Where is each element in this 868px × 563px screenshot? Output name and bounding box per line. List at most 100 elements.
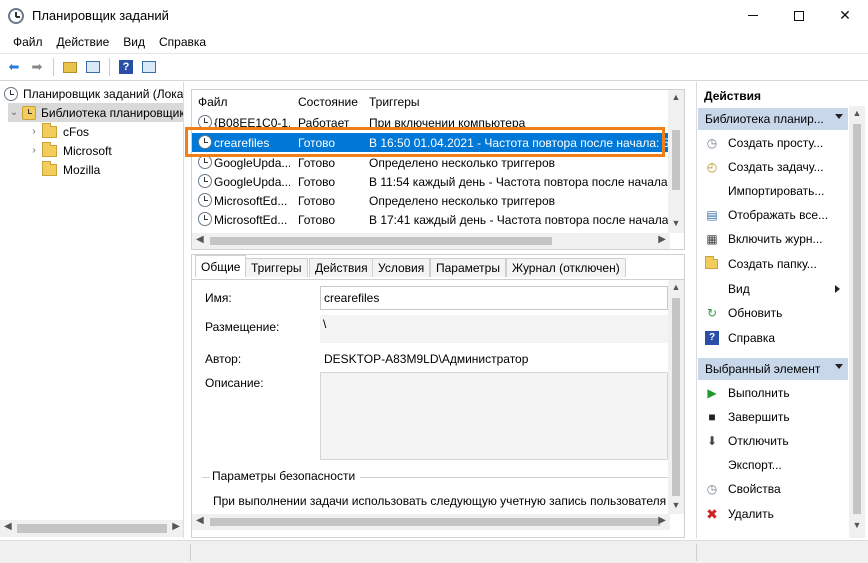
scroll-down-icon[interactable]: ▼ xyxy=(668,500,684,510)
scroll-thumb[interactable] xyxy=(853,124,861,514)
actions-section-library[interactable]: Библиотека планир... xyxy=(698,108,848,130)
menu-help[interactable]: Справка xyxy=(152,35,213,49)
scroll-left-icon[interactable]: ◀ xyxy=(4,521,12,532)
task-row[interactable]: GoogleUpda... Готово В 11:54 каждый день… xyxy=(192,172,670,191)
task-row[interactable]: MicrosoftEd... Готово Определено несколь… xyxy=(192,191,670,210)
close-button[interactable]: ✕ xyxy=(822,0,868,31)
details-horizontal-scrollbar[interactable]: ◀ ▶ xyxy=(192,514,670,530)
action-pane-icon xyxy=(142,61,156,73)
task-row[interactable]: {B08EE1C0-1... Работает При включении ко… xyxy=(192,113,670,132)
tab-conditions[interactable]: Условия xyxy=(372,258,431,277)
action-properties[interactable]: ◷ Свойства xyxy=(697,478,847,500)
tab-history[interactable]: Журнал (отключен) xyxy=(506,258,626,277)
help-button[interactable]: ? xyxy=(116,57,136,77)
action-run[interactable]: ▶ Выполнить xyxy=(697,382,847,404)
chevron-right-icon: › xyxy=(32,126,36,137)
action-view[interactable]: Вид xyxy=(697,278,847,300)
tab-general[interactable]: Общие xyxy=(195,255,247,277)
actions-vertical-scrollbar[interactable]: ▲ ▼ xyxy=(849,106,865,538)
action-export[interactable]: Экспорт... xyxy=(697,454,847,476)
task-row[interactable]: GoogleUpda... Готово Определено нескольк… xyxy=(192,153,670,172)
action-label: Справка xyxy=(728,331,776,345)
forward-button[interactable]: ➡ xyxy=(27,57,47,77)
tree-item-mozilla[interactable]: Mozilla xyxy=(42,160,100,179)
scroll-down-icon[interactable]: ▼ xyxy=(849,520,865,530)
scroll-thumb[interactable] xyxy=(672,298,680,496)
minimize-button[interactable] xyxy=(730,0,776,31)
scroll-left-icon[interactable]: ◀ xyxy=(196,234,204,245)
create-task-icon: ◴ xyxy=(706,160,718,174)
tab-settings[interactable]: Параметры xyxy=(430,258,506,277)
tree-item-cfos[interactable]: › cFos xyxy=(28,122,89,141)
security-group-title: Параметры безопасности xyxy=(212,469,356,483)
task-list-horizontal-scrollbar[interactable]: ◀ ▶ xyxy=(192,233,670,249)
task-clock-icon xyxy=(198,155,212,169)
action-label: Создать просту... xyxy=(728,136,824,150)
name-field[interactable]: crearefiles xyxy=(320,286,668,310)
show-hide-tree-button[interactable] xyxy=(83,57,103,77)
back-arrow-icon: ⬅ xyxy=(8,59,20,74)
tree-root-task-scheduler[interactable]: Планировщик заданий (Лока xyxy=(4,84,183,103)
column-header-status[interactable]: Состояние xyxy=(298,95,358,109)
task-status: Готово xyxy=(298,136,336,150)
column-header-triggers[interactable]: Триггеры xyxy=(369,95,420,109)
scroll-right-icon[interactable]: ▶ xyxy=(658,234,666,245)
tree-horizontal-scrollbar[interactable]: ◀ ▶ xyxy=(0,520,183,537)
submenu-arrow-icon xyxy=(835,285,840,293)
action-enable-log[interactable]: ▦ Включить журн... xyxy=(697,228,847,250)
collapse-arrow-icon[interactable] xyxy=(835,114,843,119)
task-trigger: В 11:54 каждый день - Частота повтора по… xyxy=(369,175,669,189)
action-label: Импортировать... xyxy=(728,184,825,198)
scroll-thumb[interactable] xyxy=(210,237,552,245)
delete-icon: ✖ xyxy=(706,506,718,522)
scroll-right-icon[interactable]: ▶ xyxy=(172,521,180,532)
action-create-task[interactable]: ◴ Создать задачу... xyxy=(697,156,847,178)
tab-actions[interactable]: Действия xyxy=(309,258,374,277)
group-border xyxy=(202,477,210,478)
action-create-basic-task[interactable]: ◷ Создать просту... xyxy=(697,132,847,154)
action-end[interactable]: ■ Завершить xyxy=(697,406,847,428)
tree-item-microsoft[interactable]: › Microsoft xyxy=(28,141,112,160)
menu-action[interactable]: Действие xyxy=(50,35,117,49)
task-clock-icon xyxy=(198,115,212,129)
menu-file[interactable]: Файл xyxy=(6,35,50,49)
action-display-all[interactable]: ▤ Отображать все... xyxy=(697,204,847,226)
description-field[interactable] xyxy=(320,372,668,460)
scroll-thumb[interactable] xyxy=(672,130,680,190)
scroll-thumb[interactable] xyxy=(210,518,660,526)
task-name: MicrosoftEd... xyxy=(214,194,288,208)
tab-triggers[interactable]: Триггеры xyxy=(245,258,308,277)
action-new-folder[interactable]: Создать папку... xyxy=(697,253,847,275)
up-level-button[interactable] xyxy=(60,57,80,77)
scroll-thumb[interactable] xyxy=(17,524,167,533)
action-label: Отключить xyxy=(728,434,789,448)
maximize-button[interactable] xyxy=(776,0,822,31)
scroll-up-icon[interactable]: ▲ xyxy=(849,108,865,118)
scroll-up-icon[interactable]: ▲ xyxy=(668,92,684,102)
task-row-selected[interactable]: crearefiles Готово В 16:50 01.04.2021 - … xyxy=(192,133,670,152)
back-button[interactable]: ⬅ xyxy=(4,57,24,77)
menu-view[interactable]: Вид xyxy=(116,35,152,49)
scroll-left-icon[interactable]: ◀ xyxy=(196,515,204,526)
description-label: Описание: xyxy=(205,376,264,390)
scroll-down-icon[interactable]: ▼ xyxy=(668,218,684,228)
task-clock-icon xyxy=(198,135,212,149)
task-row[interactable]: MicrosoftEd... Готово В 17:41 каждый ден… xyxy=(192,210,670,229)
task-list-vertical-scrollbar[interactable]: ▲ ▼ xyxy=(668,90,684,233)
action-import[interactable]: Импортировать... xyxy=(697,180,847,202)
action-help[interactable]: ? Справка xyxy=(697,327,847,349)
tree-item-library[interactable]: ⌄ Библиотека планировщика xyxy=(8,103,184,122)
show-hide-action-pane-button[interactable] xyxy=(139,57,159,77)
scroll-right-icon[interactable]: ▶ xyxy=(658,515,666,526)
action-refresh[interactable]: ↻ Обновить xyxy=(697,302,847,324)
task-status: Готово xyxy=(298,194,336,208)
action-disable[interactable]: ⬇ Отключить xyxy=(697,430,847,452)
actions-section-selected-item[interactable]: Выбранный элемент xyxy=(698,358,848,380)
action-delete[interactable]: ✖ Удалить xyxy=(697,503,847,525)
collapse-arrow-icon[interactable] xyxy=(835,364,843,369)
scroll-up-icon[interactable]: ▲ xyxy=(668,282,684,292)
details-vertical-scrollbar[interactable]: ▲ ▼ xyxy=(668,280,684,514)
column-header-file[interactable]: Файл xyxy=(198,95,228,109)
tree-library-label: Библиотека планировщика xyxy=(41,105,184,120)
tree-folder-label: Microsoft xyxy=(63,143,112,158)
